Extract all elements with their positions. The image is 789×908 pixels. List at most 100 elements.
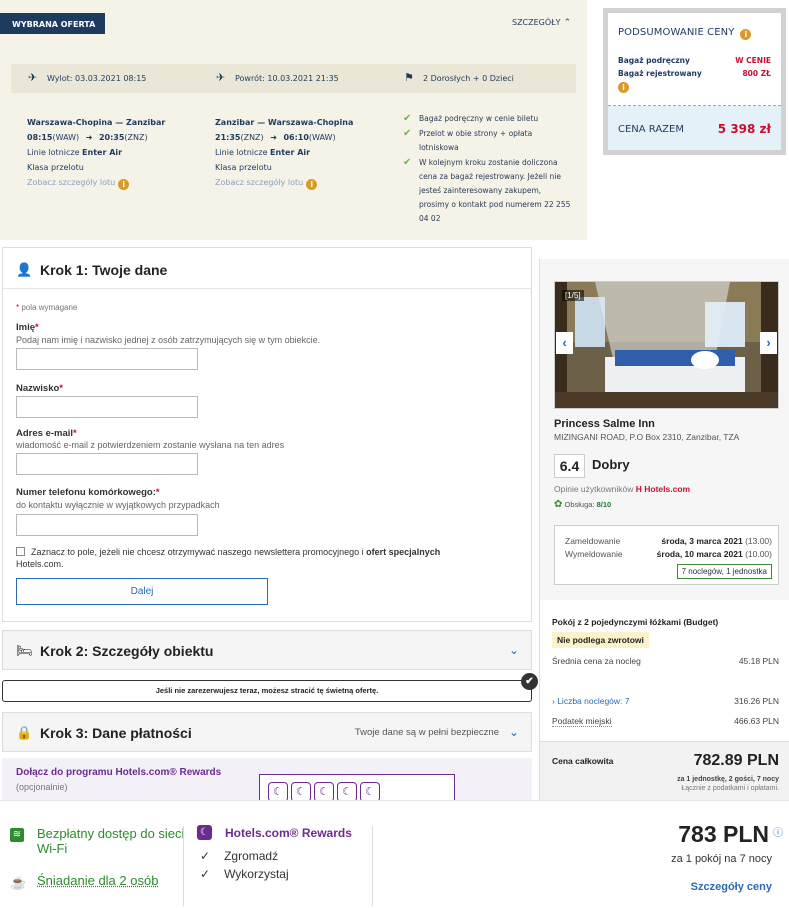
breakfast-text[interactable]: Śniadanie dla 2 osób	[37, 873, 187, 888]
avg-label: Średnia cena za nocleg	[552, 656, 641, 666]
urgency-alert: Jeśli nie zarezerwujesz teraz, możesz st…	[2, 673, 538, 702]
check-text: Bagaż podręczny w cenie biletu	[419, 114, 539, 123]
phone-hint: do kontaktu wyłącznie w wyjątkowych przy…	[16, 500, 220, 510]
rewards-section: Dołącz do programu Hotels.com® Rewards (…	[2, 758, 532, 800]
last-name-label: Nazwisko*	[16, 383, 63, 394]
plane-takeoff-icon: ✈	[28, 71, 38, 84]
price-details-link[interactable]: Szczegóły ceny	[691, 881, 772, 893]
check-circle-icon: ✔	[521, 673, 538, 690]
required-note: * pola wymagane	[16, 303, 78, 312]
secure-note: Twoje dane są w pełni bezpieczne	[354, 727, 499, 738]
summary-title-text: PODSUMOWANIE CENY	[618, 27, 735, 38]
step2-header[interactable]: 🛏 Krok 2: Szczegóły obiektu ⌄	[2, 630, 532, 670]
checked-luggage-label: Bagaż rejestrowany	[618, 69, 702, 78]
plane-landing-icon: ✈	[216, 71, 226, 84]
info-icon[interactable]: i	[618, 82, 629, 93]
inbound-arr-time: 06:10	[283, 133, 309, 142]
newsletter-optout: Zaznacz to pole, jeżeli nie chcesz otrzy…	[16, 546, 496, 570]
email-input[interactable]	[16, 453, 198, 475]
check-text: W kolejnym kroku zostanie doliczona cena…	[419, 158, 571, 223]
list-item: ✔ W kolejnym kroku zostanie doliczona cen…	[403, 156, 573, 226]
info-icon[interactable]: ⓘ	[773, 824, 783, 839]
avg-value: 45.18 PLN	[738, 656, 779, 666]
tax-label[interactable]: Podatek miejski	[552, 716, 612, 727]
info-icon[interactable]: i	[740, 29, 752, 40]
list-item: ✔ Przelot w obie strony + opłata lotnisko…	[403, 127, 573, 155]
step3-header[interactable]: 🔒 Krok 3: Dane płatności Twoje dane są w…	[2, 712, 532, 752]
rating-score: 6.4	[554, 454, 585, 478]
moon-icon: ☾	[268, 782, 288, 800]
offer-details-toggle[interactable]: SZCZEGÓŁY ⌃	[512, 18, 571, 28]
room-total: Cena całkowita 782.89 PLN za 1 jednostkę…	[540, 741, 789, 801]
rewards-logo-icon: ☾	[197, 825, 212, 840]
phone-input[interactable]	[16, 514, 198, 536]
divider	[372, 826, 373, 906]
newsletter-bold: ofert specjalnych	[366, 547, 441, 557]
label-text: Nazwisko	[16, 383, 60, 394]
price-summary: PODSUMOWANIE CENY i Bagaż podręczny W CEN…	[603, 8, 786, 155]
step1-title: Krok 1: Twoje dane	[40, 262, 168, 278]
hand-luggage-value: W CENIE	[735, 56, 771, 65]
redeem-text: Wykorzystaj	[224, 867, 289, 881]
step1-form: 👤 Krok 1: Twoje dane * pola wymagane Imi…	[2, 247, 532, 622]
outbound-dep-code: (WAW)	[52, 133, 80, 142]
divider	[183, 826, 184, 906]
hotel-address: MIZINGANI ROAD, P.O Box 2310, Zanzibar, …	[554, 432, 740, 442]
offer-tag: WYBRANA OFERTA	[0, 13, 106, 34]
carousel-prev-button[interactable]: ‹	[556, 332, 573, 354]
info-icon[interactable]: i	[306, 179, 318, 190]
return-text: Powrót: 10.03.2021 21:35	[235, 73, 339, 83]
chevron-down-icon: ⌄	[508, 725, 519, 739]
chevron-down-icon: ⌄	[508, 643, 519, 657]
image-counter: [1/5]	[562, 290, 584, 301]
inbound-airline: Enter Air	[270, 148, 311, 157]
first-name-hint: Podaj nam imię i nazwisko jednej z osób …	[16, 335, 321, 345]
outbound-arr-time: 20:35	[98, 133, 125, 142]
checkin-time: (13.00)	[745, 536, 772, 546]
passengers-info: ⚑ 2 Dorosłych + 0 Dzieci	[404, 72, 514, 83]
service-icon: ✿	[554, 499, 563, 510]
departure-text: Wylot: 03.03.2021 08:15	[47, 73, 147, 83]
service-label: Obsługa:	[564, 500, 597, 509]
list-item: ✔ Bagaż podręczny w cenie biletu	[403, 112, 573, 126]
hotel-photo-carousel[interactable]: [1/5] ‹ ›	[554, 281, 779, 409]
arrow-right-icon: ➜	[270, 133, 277, 142]
checkin-label: Zameldowanie	[565, 536, 621, 546]
room-total-label: Cena całkowita	[552, 756, 614, 766]
selected-offer-panel: WYBRANA OFERTA SZCZEGÓŁY ⌃ ✈ Wylot: 03.03…	[0, 0, 587, 240]
step3-title: Krok 3: Dane płatności	[40, 725, 192, 741]
checkout-value: środa, 10 marca 2021	[656, 549, 743, 559]
info-icon[interactable]: i	[118, 179, 130, 190]
final-price-value: 783 PLN	[678, 821, 769, 847]
nights-label: Liczba noclegów: 7	[557, 696, 630, 706]
rewards-bottom-title: Hotels.com® Rewards	[225, 826, 352, 840]
nights-value: 316.26 PLN	[734, 696, 779, 706]
first-name-input[interactable]	[16, 348, 198, 370]
moon-icon: ☾	[360, 782, 380, 800]
moon-icon: ☾	[291, 782, 311, 800]
check-icon: ✓	[200, 849, 211, 863]
nights-toggle[interactable]: › Liczba noclegów: 7	[552, 696, 630, 706]
nights-row[interactable]: › Liczba noclegów: 7 316.26 PLN	[552, 696, 779, 706]
total-row: CENA RAZEM 5 398 zł	[608, 106, 781, 150]
rewards-stamps: ☾ ☾ ☾ ☾ ☾	[259, 774, 455, 800]
checkin-row: Zameldowanie środa, 3 marca 2021 (13.00)	[565, 536, 772, 546]
carousel-next-button[interactable]: ›	[760, 332, 777, 354]
checkout-time: (10.00)	[745, 549, 772, 559]
phone-label: Numer telefonu komórkowego:*	[16, 487, 160, 498]
inbound-flight-details-link[interactable]: Zobacz szczegóły lotu	[215, 178, 303, 187]
last-name-input[interactable]	[16, 396, 198, 418]
next-button[interactable]: Dalej	[16, 578, 268, 605]
newsletter-checkbox[interactable]	[16, 547, 25, 556]
inbound-route: Zanzibar — Warszawa-Chopina	[215, 118, 354, 127]
tax-row: Podatek miejski 466.63 PLN	[552, 716, 779, 727]
outbound-flight-details-link[interactable]: Zobacz szczegóły lotu	[27, 178, 115, 187]
room-total-value: 782.89 PLN	[693, 752, 779, 769]
offer-includes-list: ✔ Bagaż podręczny w cenie biletu ✔ Przelot…	[403, 112, 573, 227]
check-icon: ✔	[403, 128, 412, 139]
return-info: ✈ Powrót: 10.03.2021 21:35	[216, 71, 339, 84]
offer-details-label: SZCZEGÓŁY	[512, 18, 561, 27]
outbound-flight: Warszawa-Chopina — Zanzibar 08:15(WAW) ➜…	[27, 115, 165, 190]
service-value: 8/10	[596, 500, 612, 509]
chevron-up-icon: ⌃	[563, 18, 572, 28]
